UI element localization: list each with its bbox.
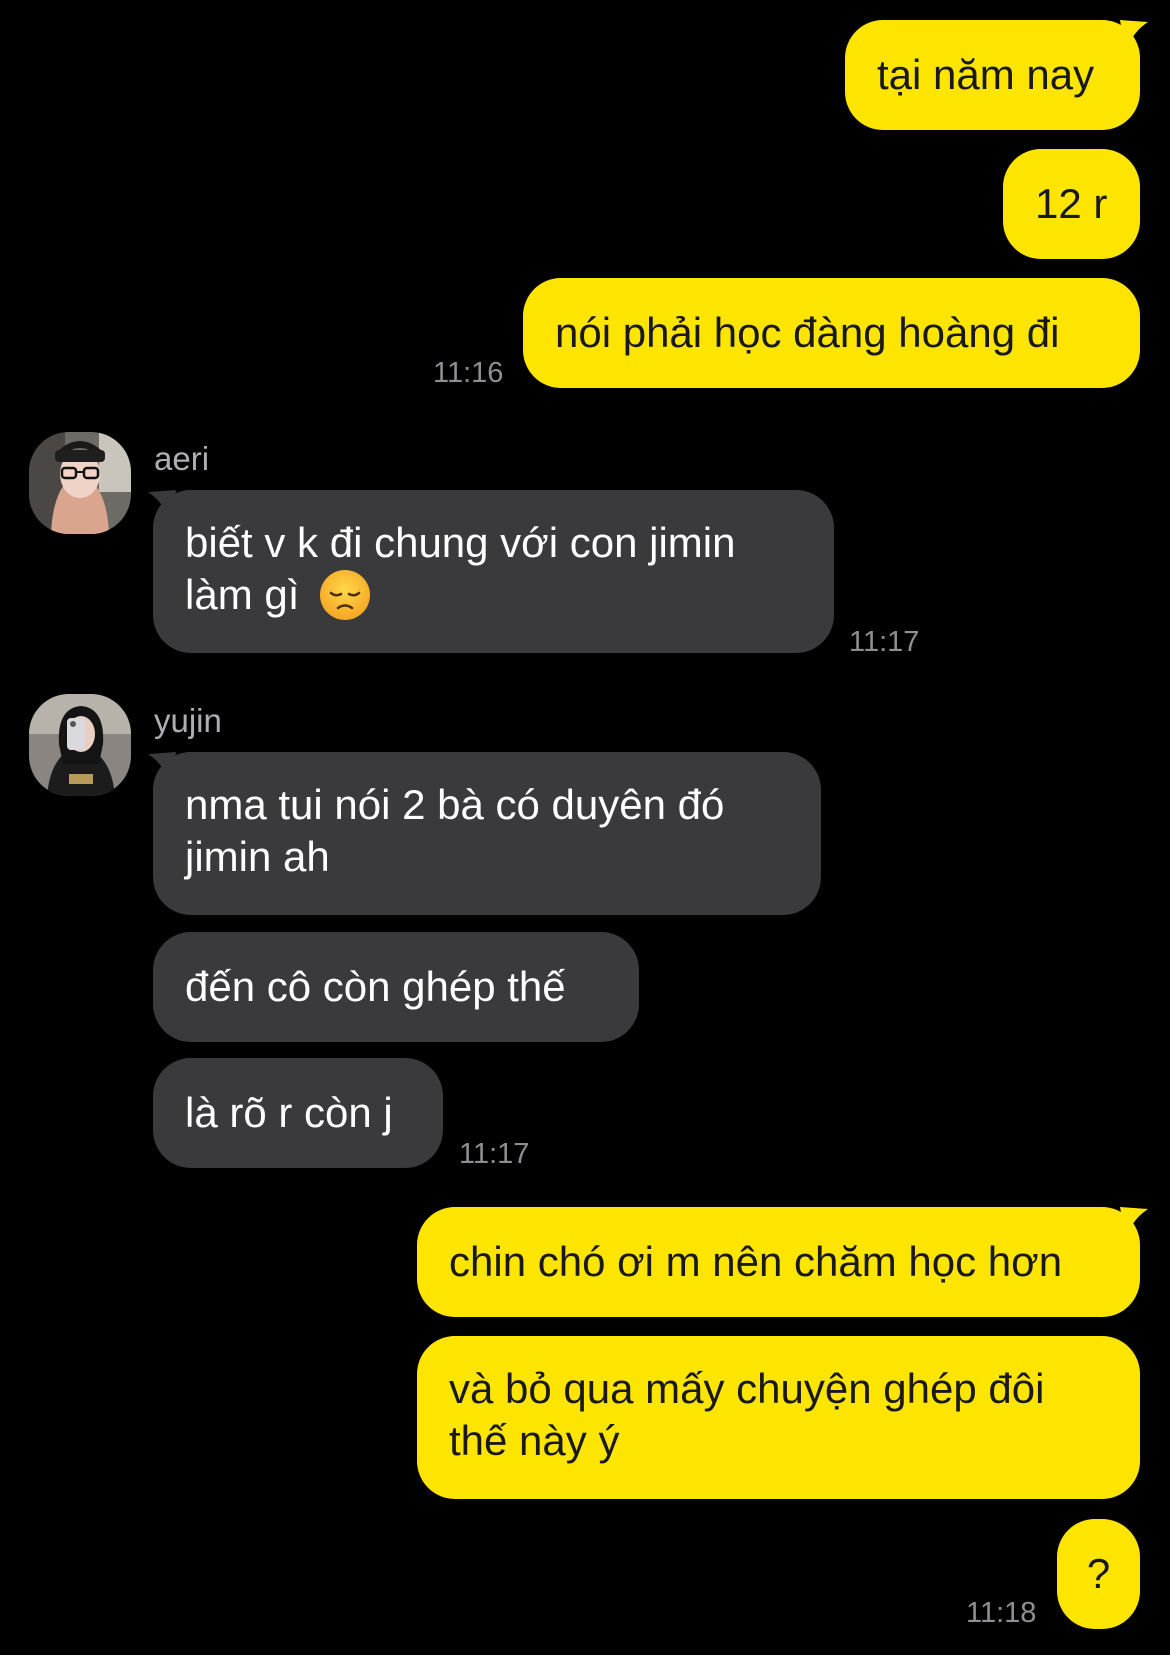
outgoing-message[interactable]: chin chó ơi m nên chăm học hơn bbox=[417, 1207, 1140, 1317]
message-timestamp: 11:18 bbox=[966, 1597, 1037, 1629]
message-text-line: nma tui nói 2 bà có duyên đó bbox=[185, 781, 725, 828]
message-text-line: làm gì bbox=[185, 571, 300, 618]
aeri-avatar-photo bbox=[29, 432, 131, 534]
message-text-line: và bỏ qua mấy chuyện ghép đôi bbox=[449, 1365, 1045, 1412]
message-text-line: thế này ý bbox=[449, 1417, 620, 1464]
incoming-message[interactable]: là rõ r còn j bbox=[153, 1058, 443, 1168]
outgoing-message[interactable]: ? bbox=[1057, 1519, 1140, 1629]
incoming-message[interactable]: biết v k đi chung với con jimin làm gì bbox=[153, 490, 834, 653]
message-timestamp: 11:17 bbox=[849, 626, 920, 658]
message-text: tại năm nay bbox=[877, 51, 1095, 98]
outgoing-message[interactable]: và bỏ qua mấy chuyện ghép đôi thế này ý bbox=[417, 1336, 1140, 1499]
sender-name: yujin bbox=[154, 702, 222, 739]
disappointed-face-icon bbox=[320, 569, 371, 620]
message-text: đến cô còn ghép thế bbox=[185, 963, 566, 1010]
message-timestamp: 11:16 bbox=[433, 357, 504, 389]
message-text-line: jimin ah bbox=[185, 833, 330, 880]
outgoing-message[interactable]: 12 r bbox=[1003, 149, 1140, 259]
message-text: 12 r bbox=[1035, 180, 1108, 227]
outgoing-message[interactable]: nói phải học đàng hoàng đi bbox=[523, 278, 1140, 388]
incoming-message[interactable]: nma tui nói 2 bà có duyên đó jimin ah bbox=[153, 752, 821, 915]
message-text: là rõ r còn j bbox=[185, 1089, 393, 1136]
message-text: nói phải học đàng hoàng đi bbox=[555, 309, 1060, 356]
outgoing-message[interactable]: tại năm nay bbox=[845, 20, 1140, 130]
message-timestamp: 11:17 bbox=[459, 1138, 530, 1170]
avatar-yujin[interactable] bbox=[29, 694, 131, 796]
avatar-aeri[interactable] bbox=[29, 432, 131, 534]
yujin-avatar-photo bbox=[29, 694, 131, 796]
message-text: ? bbox=[1086, 1550, 1111, 1597]
message-text-line: biết v k đi chung với con jimin bbox=[185, 519, 736, 566]
incoming-message[interactable]: đến cô còn ghép thế bbox=[153, 932, 639, 1042]
sender-name: aeri bbox=[154, 440, 210, 477]
message-text: chin chó ơi m nên chăm học hơn bbox=[449, 1238, 1063, 1285]
